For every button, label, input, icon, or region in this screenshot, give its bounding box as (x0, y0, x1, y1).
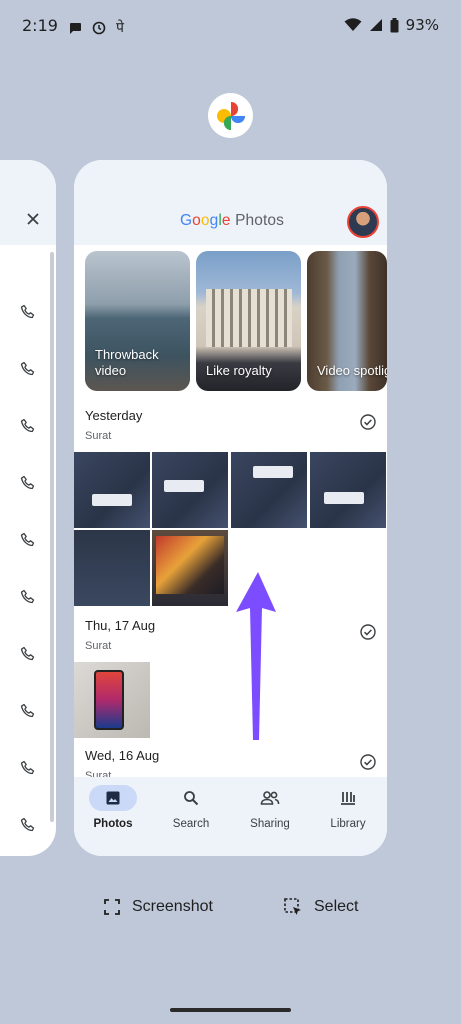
wifi-icon (344, 18, 362, 31)
nav-photos[interactable]: Photos (74, 785, 152, 830)
google-photos-app-icon[interactable] (208, 93, 253, 138)
devanagari-glyph: पे (116, 20, 124, 36)
gesture-nav-bar[interactable] (170, 1008, 291, 1012)
phone-icon[interactable] (20, 304, 36, 320)
photo-thumbnail[interactable] (74, 530, 150, 606)
memory-card[interactable]: Throwback video (85, 251, 190, 391)
logo-letter: G (180, 212, 193, 229)
avatar[interactable] (347, 206, 379, 238)
system-icons: 93% (344, 16, 439, 34)
phone-icon[interactable] (20, 646, 36, 662)
phone-icon[interactable] (20, 532, 36, 548)
nav-sharing[interactable]: Sharing (231, 785, 309, 830)
nav-label: Photos (93, 818, 133, 830)
section-date: Thu, 17 Aug (85, 618, 156, 633)
memory-card[interactable]: Video spotlight (307, 251, 387, 391)
library-icon (324, 785, 372, 811)
phone-icon[interactable] (20, 589, 36, 605)
status-time: 2:19 (22, 16, 58, 35)
battery-percent: 93% (405, 16, 439, 34)
photo-icon (89, 785, 137, 811)
photo-thumbnail[interactable] (310, 452, 386, 528)
phone-icon[interactable] (20, 817, 36, 833)
logo-brand: Google (180, 212, 231, 229)
photo-thumbnail[interactable] (231, 452, 307, 528)
memory-image (206, 289, 292, 347)
clock-icon (92, 21, 106, 34)
logo-letter: e (221, 212, 231, 229)
nav-library[interactable]: Library (309, 785, 387, 830)
photo-thumbnail[interactable] (152, 530, 228, 606)
section-date: Yesterday (85, 408, 143, 423)
nav-label: Library (330, 818, 366, 830)
nav-search[interactable]: Search (152, 785, 230, 830)
memory-label: Throwback video (95, 347, 159, 378)
screenshot-button[interactable]: Screenshot (104, 898, 213, 916)
phone-icon[interactable] (20, 703, 36, 719)
memories-carousel[interactable]: Throwback video Like royalty Video spotl… (85, 251, 387, 391)
phone-icon[interactable] (20, 760, 36, 776)
notification-icons: पे (68, 18, 124, 37)
logo-product: Photos (230, 212, 284, 229)
google-photos-pinwheel-icon (216, 101, 245, 130)
screenshot-icon (104, 899, 120, 915)
select-icon (284, 898, 301, 915)
scrollbar[interactable] (50, 252, 54, 822)
photo-thumbnail[interactable] (74, 662, 150, 738)
logo-letter: o (200, 212, 210, 229)
phone-icon[interactable] (20, 361, 36, 377)
recent-app-card-photos[interactable]: Google Photos Throwback video Like royal… (74, 160, 387, 856)
photo-thumbnail[interactable] (152, 452, 228, 528)
logo-letter: o (192, 212, 201, 229)
nav-label: Sharing (250, 818, 290, 830)
left-card-topbar (0, 160, 56, 245)
section-place: Surat (85, 430, 112, 442)
screenshot-label: Screenshot (132, 898, 213, 915)
select-check-icon[interactable] (360, 624, 376, 640)
select-check-icon[interactable] (360, 754, 376, 770)
phone-icon[interactable] (20, 475, 36, 491)
recents-actions: Screenshot Select (0, 898, 461, 924)
section-place: Surat (85, 640, 112, 652)
select-check-icon[interactable] (360, 414, 376, 430)
select-button[interactable]: Select (284, 898, 358, 916)
memory-label: Video spotlight (317, 363, 387, 378)
google-photos-logo: Google Photos (180, 212, 284, 230)
photo-thumbnail[interactable] (74, 452, 150, 528)
battery-icon (390, 17, 399, 32)
chat-bubble-icon (70, 22, 81, 34)
nav-label: Search (172, 818, 210, 830)
bottom-navigation: Photos Search Sharing Library (74, 777, 387, 856)
swipe-up-arrow-icon (236, 572, 276, 740)
memory-card[interactable]: Like royalty (196, 251, 301, 391)
signal-icon (369, 19, 382, 31)
close-icon[interactable] (26, 212, 40, 226)
photos-header: Google Photos (74, 160, 387, 245)
recent-app-card-phone[interactable] (0, 160, 56, 856)
date-section: Yesterday Surat (85, 408, 376, 442)
date-section: Thu, 17 Aug Surat (85, 618, 376, 652)
section-date: Wed, 16 Aug (85, 748, 160, 763)
phone-icon[interactable] (20, 418, 36, 434)
people-icon (246, 785, 294, 811)
search-icon (167, 785, 215, 811)
memory-label: Like royalty (206, 363, 272, 378)
select-label: Select (314, 898, 359, 915)
status-bar: 2:19 पे 93% (0, 0, 461, 56)
